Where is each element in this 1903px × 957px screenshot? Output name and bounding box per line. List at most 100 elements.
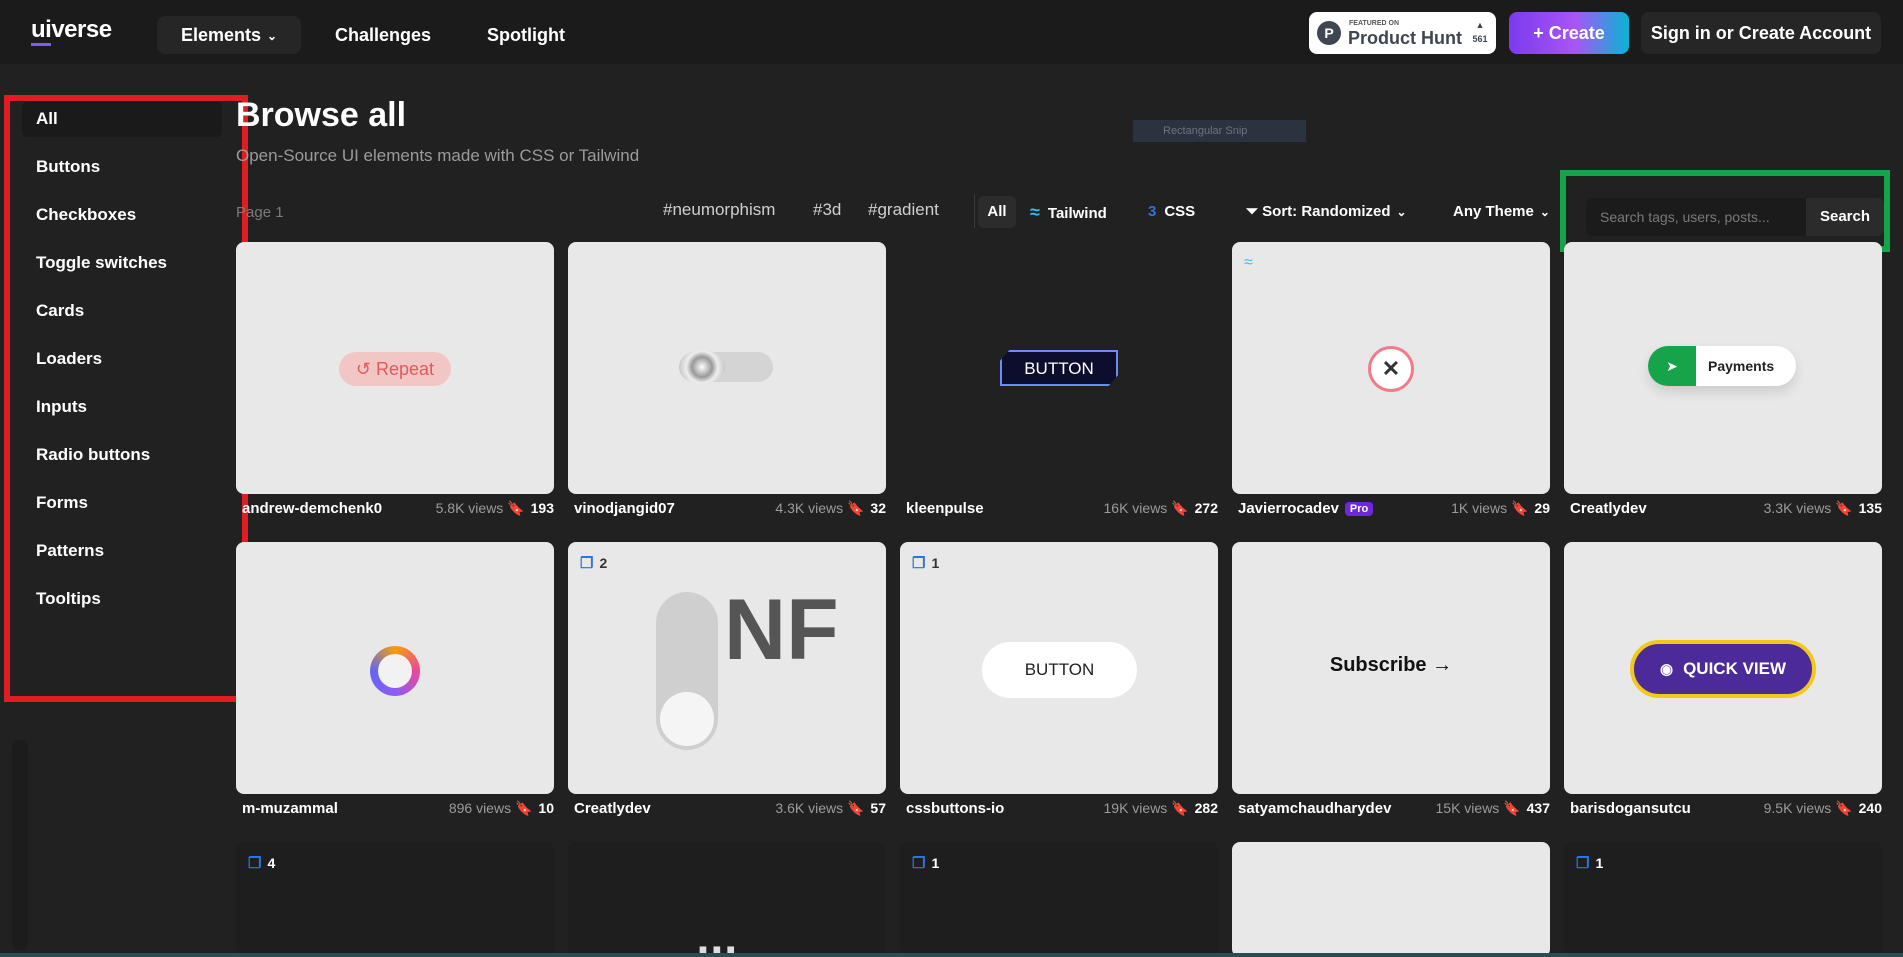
element-card[interactable]: BUTTON — [900, 242, 1218, 494]
sidebar-item-inputs[interactable]: Inputs — [22, 389, 222, 425]
card-author[interactable]: kleenpulse — [906, 500, 984, 517]
product-hunt-badge[interactable]: P FEATURED ON Product Hunt ▲ 561 — [1309, 12, 1496, 54]
sidebar-item-forms[interactable]: Forms — [22, 485, 222, 521]
sidebar-item-radio-buttons[interactable]: Radio buttons — [22, 437, 222, 473]
nav-elements[interactable]: Elements ⌄ — [157, 16, 302, 54]
upvote-count: 561 — [1472, 34, 1488, 44]
copy-icon: ❐ — [912, 555, 926, 572]
element-card[interactable]: ❐ 1 — [1564, 842, 1882, 957]
sidebar-item-buttons[interactable]: Buttons — [22, 149, 222, 185]
element-card[interactable]: ➤ Payments — [1564, 242, 1882, 494]
card-author[interactable]: andrew-demchenk0 — [242, 500, 382, 517]
bookmark-icon[interactable]: 🔖 — [1503, 800, 1520, 816]
element-card[interactable]: ❐ 1 BUTTON — [900, 542, 1218, 794]
chevron-down-icon: ⌄ — [1539, 205, 1550, 220]
sidebar-item-patterns[interactable]: Patterns — [22, 533, 222, 569]
bookmark-icon[interactable]: 🔖 — [1511, 500, 1528, 516]
search-input[interactable] — [1586, 198, 1806, 236]
create-button[interactable]: + Create — [1509, 12, 1629, 54]
card-views: 16K views — [1103, 500, 1168, 516]
card-meta: barisdogansutcu 9.5K views 🔖 240 — [1564, 800, 1882, 822]
payments-label: Payments — [1708, 358, 1775, 374]
bookmark-icon[interactable]: 🔖 — [1835, 800, 1852, 816]
card-author[interactable]: m-muzammal — [242, 800, 338, 817]
card-meta: Javierrocadev Pro 1K views 🔖 29 — [1232, 500, 1550, 522]
tag-neumorphism[interactable]: #neumorphism — [663, 200, 775, 220]
theme-dropdown[interactable]: Any Theme ⌄ — [1453, 196, 1550, 228]
sort-label: Sort: Randomized — [1262, 203, 1391, 220]
card-meta: satyamchaudharydev 15K views 🔖 437 — [1232, 800, 1550, 822]
element-card[interactable]: ≈ ✕ — [1232, 242, 1550, 494]
filter-tailwind[interactable]: ≈ Tailwind — [1030, 196, 1107, 228]
bookmark-icon[interactable]: 🔖 — [507, 500, 524, 516]
repeat-button-preview: ↺ Repeat — [339, 352, 451, 386]
card-meta: m-muzammal 896 views 🔖 10 — [236, 800, 554, 822]
card-saves: 282 — [1194, 800, 1218, 816]
filter-divider — [974, 194, 975, 228]
copy-icon: ❐ — [1576, 855, 1590, 872]
tailwind-icon: ≈ — [1030, 202, 1040, 222]
element-card[interactable]: ❐ 2 NF — [568, 542, 886, 794]
element-card[interactable]: ◉ QUICK VIEW — [1564, 542, 1882, 794]
card-author[interactable]: cssbuttons-io — [906, 800, 1004, 817]
element-card[interactable]: ❐ 1 — [900, 842, 1218, 957]
tag-3d[interactable]: #3d — [813, 200, 841, 220]
nav-elements-label: Elements — [181, 25, 262, 45]
sign-in-button[interactable]: Sign in or Create Account — [1641, 12, 1881, 54]
sidebar-item-all[interactable]: All — [22, 101, 222, 137]
nav-challenges[interactable]: Challenges — [311, 16, 455, 54]
bookmark-icon[interactable]: 🔖 — [847, 800, 864, 816]
card-author[interactable]: vinodjangid07 — [574, 500, 675, 517]
product-hunt-icon: P — [1317, 21, 1341, 45]
bookmark-icon[interactable]: 🔖 — [847, 500, 864, 516]
card-author[interactable]: Javierrocadev Pro — [1238, 500, 1374, 517]
card-views: 896 views — [448, 800, 512, 816]
sidebar-item-loaders[interactable]: Loaders — [22, 341, 222, 377]
card-author[interactable]: Creatlydev — [574, 800, 651, 817]
sidebar-item-tooltips[interactable]: Tooltips — [22, 581, 222, 617]
card-views: 3.3K views — [1763, 500, 1832, 516]
element-card[interactable] — [568, 242, 886, 494]
pro-badge: Pro — [1344, 502, 1374, 517]
card-author[interactable]: Creatlydev — [1570, 500, 1647, 517]
card-meta: Creatlydev 3.6K views 🔖 57 — [568, 800, 886, 822]
tag-gradient[interactable]: #gradient — [868, 200, 939, 220]
card-views: 3.6K views — [775, 800, 844, 816]
bookmark-icon[interactable]: 🔖 — [1171, 500, 1188, 516]
bookmark-icon[interactable]: 🔖 — [1171, 800, 1188, 816]
card-saves: 272 — [1194, 500, 1218, 516]
filter-tailwind-label: Tailwind — [1047, 205, 1107, 222]
nf-toggle-knob — [660, 692, 714, 746]
sidebar-scrollbar[interactable] — [12, 740, 28, 950]
variant-count-value: 1 — [1595, 855, 1604, 871]
copy-icon: ❐ — [248, 855, 262, 872]
nav-spotlight[interactable]: Spotlight — [463, 16, 589, 54]
neon-button-preview: BUTTON — [1000, 350, 1118, 386]
card-author[interactable]: barisdogansutcu — [1570, 800, 1691, 817]
search-area: Search — [1560, 170, 1890, 252]
filter-css[interactable]: 3 CSS — [1148, 196, 1195, 228]
card-stats: 1K views 🔖 29 — [1451, 500, 1550, 517]
chevron-down-icon: ⌄ — [1396, 205, 1407, 220]
variant-count: ❐ 1 — [912, 854, 939, 872]
close-icon: ✕ — [1368, 346, 1414, 392]
tailwind-icon: ≈ — [1244, 254, 1253, 271]
element-card[interactable]: Subscribe → — [1232, 542, 1550, 794]
element-card[interactable]: ↺ Repeat — [236, 242, 554, 494]
sidebar-item-checkboxes[interactable]: Checkboxes — [22, 197, 222, 233]
filter-all[interactable]: All — [978, 196, 1016, 228]
sort-dropdown[interactable]: ⏷ Sort: Randomized ⌄ — [1246, 196, 1407, 228]
element-card[interactable]: ▮▮▮ — [568, 842, 886, 957]
uiverse-logo[interactable]: uiverse — [31, 16, 112, 46]
card-saves: 240 — [1858, 800, 1882, 816]
filter-css-label: CSS — [1164, 203, 1196, 220]
card-author[interactable]: satyamchaudharydev — [1238, 800, 1391, 817]
element-card[interactable]: ❐ 4 — [236, 842, 554, 957]
sidebar-item-cards[interactable]: Cards — [22, 293, 222, 329]
element-card[interactable] — [236, 542, 554, 794]
sidebar-item-toggle-switches[interactable]: Toggle switches — [22, 245, 222, 281]
bookmark-icon[interactable]: 🔖 — [1835, 500, 1852, 516]
search-button[interactable]: Search — [1806, 198, 1884, 236]
bookmark-icon[interactable]: 🔖 — [515, 800, 532, 816]
element-card[interactable] — [1232, 842, 1550, 957]
